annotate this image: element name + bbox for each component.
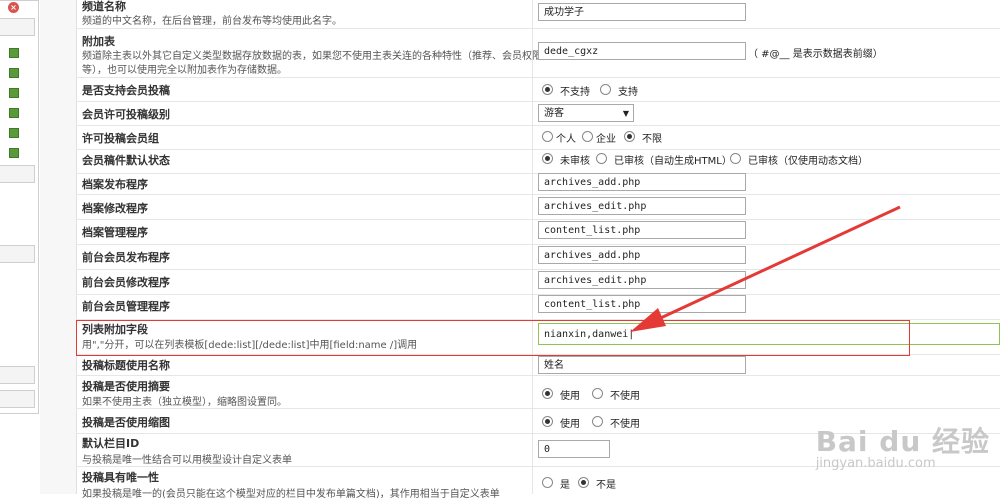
sidebar-tab[interactable]: [0, 366, 35, 384]
radio-label: 已审核（仅使用动态文档）: [748, 156, 868, 167]
field-desc: 频道的中文名称，在后台管理，前台发布等均使用此名字。: [82, 16, 342, 27]
radio-label: 使用: [560, 391, 580, 402]
default-column-input[interactable]: 0: [538, 440, 610, 458]
radio-not-support[interactable]: [542, 84, 553, 95]
row-archive-manage: 档案管理程序 content_list.php: [76, 220, 1000, 245]
radio-label: 个人: [556, 134, 576, 145]
radio-label: 不支持: [560, 87, 590, 98]
radio-summary-yes[interactable]: [542, 388, 553, 399]
radio-support[interactable]: [600, 84, 611, 95]
list-fields-input[interactable]: nianxin,danwei|: [538, 323, 1000, 345]
sidebar-tab[interactable]: [0, 18, 35, 36]
front-manage-input[interactable]: content_list.php: [538, 295, 746, 313]
chevron-down-icon: ▼: [622, 109, 629, 118]
row-title-name: 投稿标题使用名称 姓名: [76, 355, 1000, 376]
tree-node-icon[interactable]: [9, 148, 19, 158]
radio-label: 支持: [618, 87, 638, 98]
sidebar-tab[interactable]: [0, 165, 35, 183]
field-desc: 如果不使用主表（独立模型），缩略图设置同。: [82, 397, 287, 408]
row-front-add: 前台会员发布程序 archives_add.php: [76, 245, 1000, 270]
radio-label: 是: [560, 480, 570, 491]
radio-reviewed-html[interactable]: [596, 153, 607, 164]
radio-thumb-no[interactable]: [592, 416, 603, 427]
field-label: 会员稿件默认状态: [82, 154, 170, 167]
row-front-manage: 前台会员管理程序 content_list.php: [76, 295, 1000, 320]
row-member-submit: 是否支持会员投稿 不支持 支持: [76, 78, 1000, 102]
radio-thumb-yes[interactable]: [542, 416, 553, 427]
field-desc: 用","分开，可以在列表模板[dede:list][/dede:list]中用[…: [82, 340, 418, 351]
row-unique: 投稿具有唯一性 如果投稿是唯一的(会员只能在这个模型对应的栏目中发布单篇文档)，…: [76, 467, 1000, 500]
member-level-select[interactable]: 游客 ▼: [538, 104, 634, 122]
addon-table-input[interactable]: dede_cgxz: [538, 42, 746, 60]
row-front-edit: 前台会员修改程序 archives_edit.php: [76, 270, 1000, 295]
radio-label: 企业: [596, 134, 616, 145]
watermark: Bai du 经验 jingyan.baidu.com: [815, 420, 990, 471]
row-member-level: 会员许可投稿级别 游客 ▼: [76, 102, 1000, 126]
field-desc: 等），也可以使用完全以附加表作为存储数据。: [82, 65, 287, 76]
radio-personal[interactable]: [542, 131, 553, 142]
field-label: 前台会员管理程序: [82, 300, 170, 313]
left-sidebar: ×: [0, 0, 40, 494]
sidebar-tab[interactable]: [0, 245, 35, 263]
row-addon-table: 附加表 频道除主表以外其它自定义类型数据存放数据的表，如果您不使用主表关连的各种…: [76, 29, 1000, 78]
select-value: 游客: [544, 108, 564, 119]
field-label: 前台会员修改程序: [82, 276, 170, 289]
radio-unreviewed[interactable]: [542, 153, 553, 164]
close-icon[interactable]: ×: [8, 2, 19, 13]
front-edit-input[interactable]: archives_edit.php: [538, 271, 746, 289]
field-desc: 与投稿是唯一性结合可以用模型设计自定义表单: [82, 455, 292, 466]
row-list-fields: 列表附加字段 用","分开，可以在列表模板[dede:list][/dede:l…: [76, 320, 1000, 355]
tree-node-icon[interactable]: [9, 128, 19, 138]
sidebar-panel: [0, 0, 39, 414]
radio-unlimited[interactable]: [624, 131, 635, 142]
radio-reviewed-dynamic[interactable]: [730, 153, 741, 164]
field-label: 默认栏目ID: [82, 437, 140, 450]
field-label: 前台会员发布程序: [82, 251, 170, 264]
row-archive-add: 档案发布程序 archives_add.php: [76, 170, 1000, 195]
radio-summary-no[interactable]: [592, 388, 603, 399]
watermark-url: jingyan.baidu.com: [815, 456, 936, 471]
row-channel-name: 频道名称 频道的中文名称，在后台管理，前台发布等均使用此名字。 成功学子: [76, 0, 1000, 29]
field-desc: 如果投稿是唯一的(会员只能在这个模型对应的栏目中发布单篇文档)，其作用相当于自定…: [82, 489, 500, 500]
radio-label: 使用: [560, 419, 580, 430]
field-label: 档案修改程序: [82, 202, 148, 215]
field-label: 投稿具有唯一性: [82, 471, 159, 484]
field-label: 是否支持会员投稿: [82, 84, 170, 97]
archive-manage-input[interactable]: content_list.php: [538, 221, 746, 239]
watermark-logo: Bai du 经验: [815, 425, 990, 458]
field-label: 列表附加字段: [82, 323, 148, 336]
radio-label: 不是: [596, 480, 616, 491]
field-label: 会员许可投稿级别: [82, 108, 170, 121]
radio-label: 不使用: [610, 419, 640, 430]
title-name-input[interactable]: 姓名: [538, 356, 746, 374]
row-use-summary: 投稿是否使用摘要 如果不使用主表（独立模型），缩略图设置同。 使用 不使用: [76, 376, 1000, 409]
field-label: 许可投稿会员组: [82, 132, 159, 145]
sidebar-tab[interactable]: [0, 390, 35, 408]
field-label: 投稿标题使用名称: [82, 359, 170, 372]
radio-enterprise[interactable]: [582, 131, 593, 142]
archive-add-input[interactable]: archives_add.php: [538, 173, 746, 191]
field-label: 投稿是否使用摘要: [82, 380, 170, 393]
channel-name-input[interactable]: 成功学子: [538, 3, 746, 21]
front-add-input[interactable]: archives_add.php: [538, 246, 746, 264]
field-label: 投稿是否使用缩图: [82, 416, 170, 429]
tree-node-icon[interactable]: [9, 48, 19, 58]
tree-node-icon[interactable]: [9, 68, 19, 78]
field-label: 档案发布程序: [82, 178, 148, 191]
radio-label: 已审核（自动生成HTML）: [614, 156, 732, 167]
radio-label: 不限: [642, 134, 662, 145]
field-label: 档案管理程序: [82, 226, 148, 239]
radio-label: 未审核: [560, 156, 590, 167]
radio-unique-no[interactable]: [578, 477, 589, 488]
splitter[interactable]: [40, 0, 77, 494]
archive-edit-input[interactable]: archives_edit.php: [538, 197, 746, 215]
field-desc: 频道除主表以外其它自定义类型数据存放数据的表，如果您不使用主表关连的各种特性（推…: [82, 51, 542, 62]
row-member-group: 许可投稿会员组 个人 企业 不限: [76, 126, 1000, 150]
radio-label: 不使用: [610, 391, 640, 402]
addon-table-note: （ #@__ 是表示数据表前缀）: [748, 49, 883, 60]
row-archive-edit: 档案修改程序 archives_edit.php: [76, 195, 1000, 220]
tree-node-icon[interactable]: [9, 88, 19, 98]
tree-node-icon[interactable]: [9, 108, 19, 118]
radio-unique-yes[interactable]: [542, 477, 553, 488]
